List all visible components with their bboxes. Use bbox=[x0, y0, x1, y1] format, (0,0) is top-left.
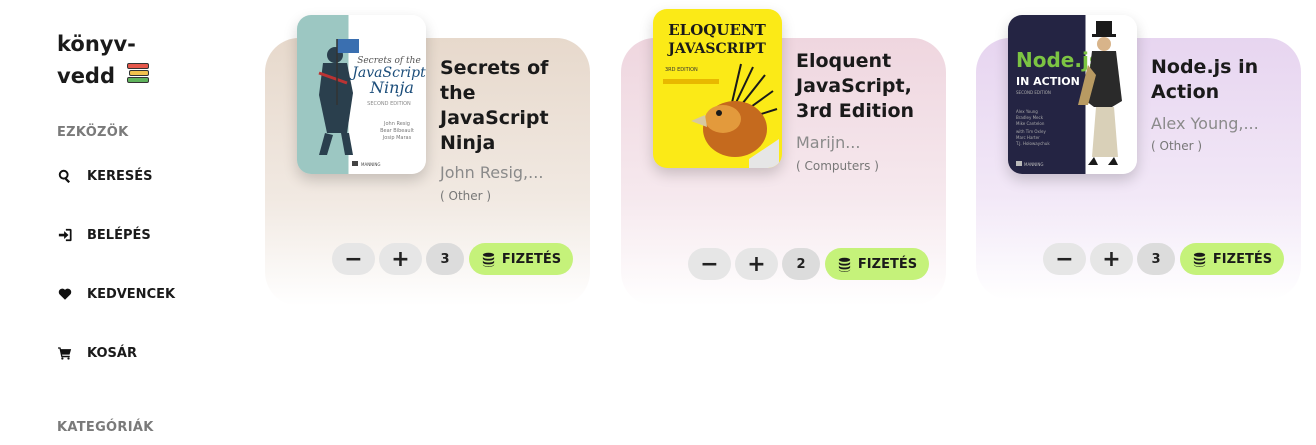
increase-quantity-button[interactable]: + bbox=[1090, 243, 1133, 275]
svg-text:Marc Harter: Marc Harter bbox=[1016, 135, 1040, 140]
decrease-quantity-button[interactable]: − bbox=[688, 248, 731, 280]
book-card[interactable]: Node.js IN ACTION SECOND EDITION Alex Yo… bbox=[976, 15, 1301, 300]
book-cover-ninja[interactable]: Secrets of the JavaScript Ninja SECOND E… bbox=[297, 15, 426, 174]
pay-button-label: FIZETÉS bbox=[857, 256, 918, 272]
heart-icon bbox=[57, 286, 73, 302]
book-category: ( Other ) bbox=[1151, 139, 1203, 153]
nav-search-label: KERESÉS bbox=[87, 168, 153, 184]
categories-section-title: KATEGÓRIÁK bbox=[57, 420, 154, 435]
book-card[interactable]: ELOQUENT JAVASCRIPT 3RD EDITION Eloquent… bbox=[621, 9, 946, 306]
book-category: ( Computers ) bbox=[796, 159, 879, 173]
nav-search[interactable]: KERESÉS bbox=[57, 166, 152, 186]
pay-button[interactable]: FIZETÉS bbox=[825, 248, 929, 280]
pay-button[interactable]: FIZETÉS bbox=[469, 243, 573, 275]
book-cover-nodejs[interactable]: Node.js IN ACTION SECOND EDITION Alex Yo… bbox=[1008, 15, 1137, 174]
svg-text:SECOND EDITION: SECOND EDITION bbox=[1016, 90, 1051, 95]
svg-text:Bradley Meck: Bradley Meck bbox=[1016, 115, 1044, 120]
book-category: ( Other ) bbox=[440, 189, 492, 203]
quantity-value: 3 bbox=[1137, 243, 1175, 275]
svg-text:T.J. Holowaychuk: T.J. Holowaychuk bbox=[1015, 141, 1050, 146]
book-card[interactable]: Secrets of the JavaScript Ninja SECOND E… bbox=[265, 15, 590, 306]
nav-login[interactable]: BELÉPÉS bbox=[57, 225, 151, 245]
nav-favorites[interactable]: KEDVENCEK bbox=[57, 284, 175, 304]
svg-text:JAVASCRIPT: JAVASCRIPT bbox=[666, 41, 766, 57]
coins-icon bbox=[482, 252, 495, 267]
nav-favorites-label: KEDVENCEK bbox=[87, 286, 176, 302]
book-title[interactable]: Eloquent JavaScript, 3rd Edition bbox=[796, 49, 926, 124]
tools-section-title: EZKÖZÖK bbox=[57, 125, 129, 140]
svg-text:MANNING: MANNING bbox=[1024, 162, 1043, 167]
svg-text:MANNING: MANNING bbox=[361, 162, 380, 167]
coins-icon bbox=[838, 257, 851, 272]
svg-text:3RD EDITION: 3RD EDITION bbox=[665, 67, 698, 73]
pay-button-label: FIZETÉS bbox=[501, 251, 562, 267]
nav-login-label: BELÉPÉS bbox=[87, 227, 151, 243]
book-title[interactable]: Secrets of the JavaScript Ninja bbox=[440, 56, 570, 156]
book-author: John Resig,... bbox=[440, 163, 544, 182]
svg-text:IN ACTION: IN ACTION bbox=[1016, 75, 1080, 88]
decrease-quantity-button[interactable]: − bbox=[1043, 243, 1086, 275]
login-icon bbox=[57, 227, 73, 243]
cart-icon bbox=[57, 345, 73, 361]
logo[interactable]: könyv- vedd bbox=[57, 28, 150, 92]
pay-button-label: FIZETÉS bbox=[1212, 251, 1273, 267]
book-author: Marijn... bbox=[796, 133, 861, 152]
pay-button[interactable]: FIZETÉS bbox=[1180, 243, 1284, 275]
books-icon bbox=[126, 63, 150, 85]
nav-cart[interactable]: KOSÁR bbox=[57, 343, 137, 363]
logo-line-1: könyv- bbox=[57, 32, 136, 56]
svg-text:Ninja: Ninja bbox=[369, 78, 414, 97]
increase-quantity-button[interactable]: + bbox=[379, 243, 422, 275]
svg-text:with Tim Oxley: with Tim Oxley bbox=[1016, 129, 1046, 134]
decrease-quantity-button[interactable]: − bbox=[332, 243, 375, 275]
book-author: Alex Young,... bbox=[1151, 114, 1259, 133]
coins-icon bbox=[1193, 252, 1206, 267]
sidebar: könyv- vedd EZKÖZÖK KERESÉS BELÉPÉS KEDV… bbox=[0, 0, 240, 445]
svg-text:Alex Young: Alex Young bbox=[1016, 109, 1038, 114]
nav-cart-label: KOSÁR bbox=[87, 345, 137, 361]
svg-text:Josip Maras: Josip Maras bbox=[382, 135, 412, 141]
search-icon bbox=[57, 168, 73, 184]
increase-quantity-button[interactable]: + bbox=[735, 248, 778, 280]
svg-text:ELOQUENT: ELOQUENT bbox=[668, 21, 766, 39]
book-title[interactable]: Node.js in Action bbox=[1151, 55, 1281, 105]
svg-text:Mike Cantelon: Mike Cantelon bbox=[1016, 121, 1045, 126]
svg-text:SECOND EDITION: SECOND EDITION bbox=[367, 101, 411, 107]
book-cover-eloquent[interactable]: ELOQUENT JAVASCRIPT 3RD EDITION bbox=[653, 9, 782, 168]
svg-text:John Resig: John Resig bbox=[383, 121, 410, 127]
logo-line-2: vedd bbox=[57, 64, 115, 88]
svg-text:Bear Bibeault: Bear Bibeault bbox=[380, 128, 414, 134]
quantity-value: 2 bbox=[782, 248, 820, 280]
quantity-value: 3 bbox=[426, 243, 464, 275]
